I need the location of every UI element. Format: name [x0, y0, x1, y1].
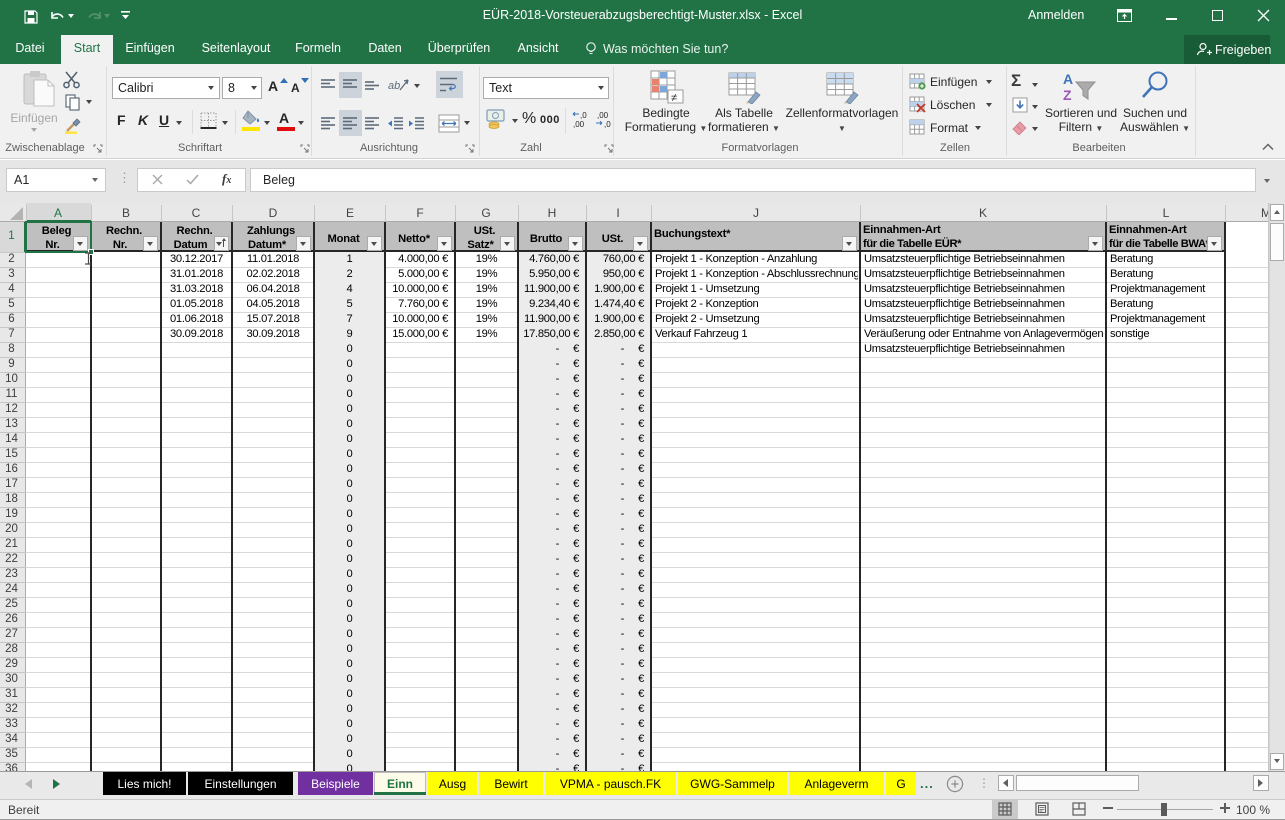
svg-text:,0: ,0	[580, 111, 587, 120]
svg-text:ab: ab	[388, 80, 400, 92]
svg-text:,00: ,00	[573, 120, 585, 129]
svg-text:A: A	[1063, 71, 1073, 87]
svg-text:Z: Z	[1063, 87, 1072, 102]
svg-text:≠: ≠	[671, 92, 677, 104]
